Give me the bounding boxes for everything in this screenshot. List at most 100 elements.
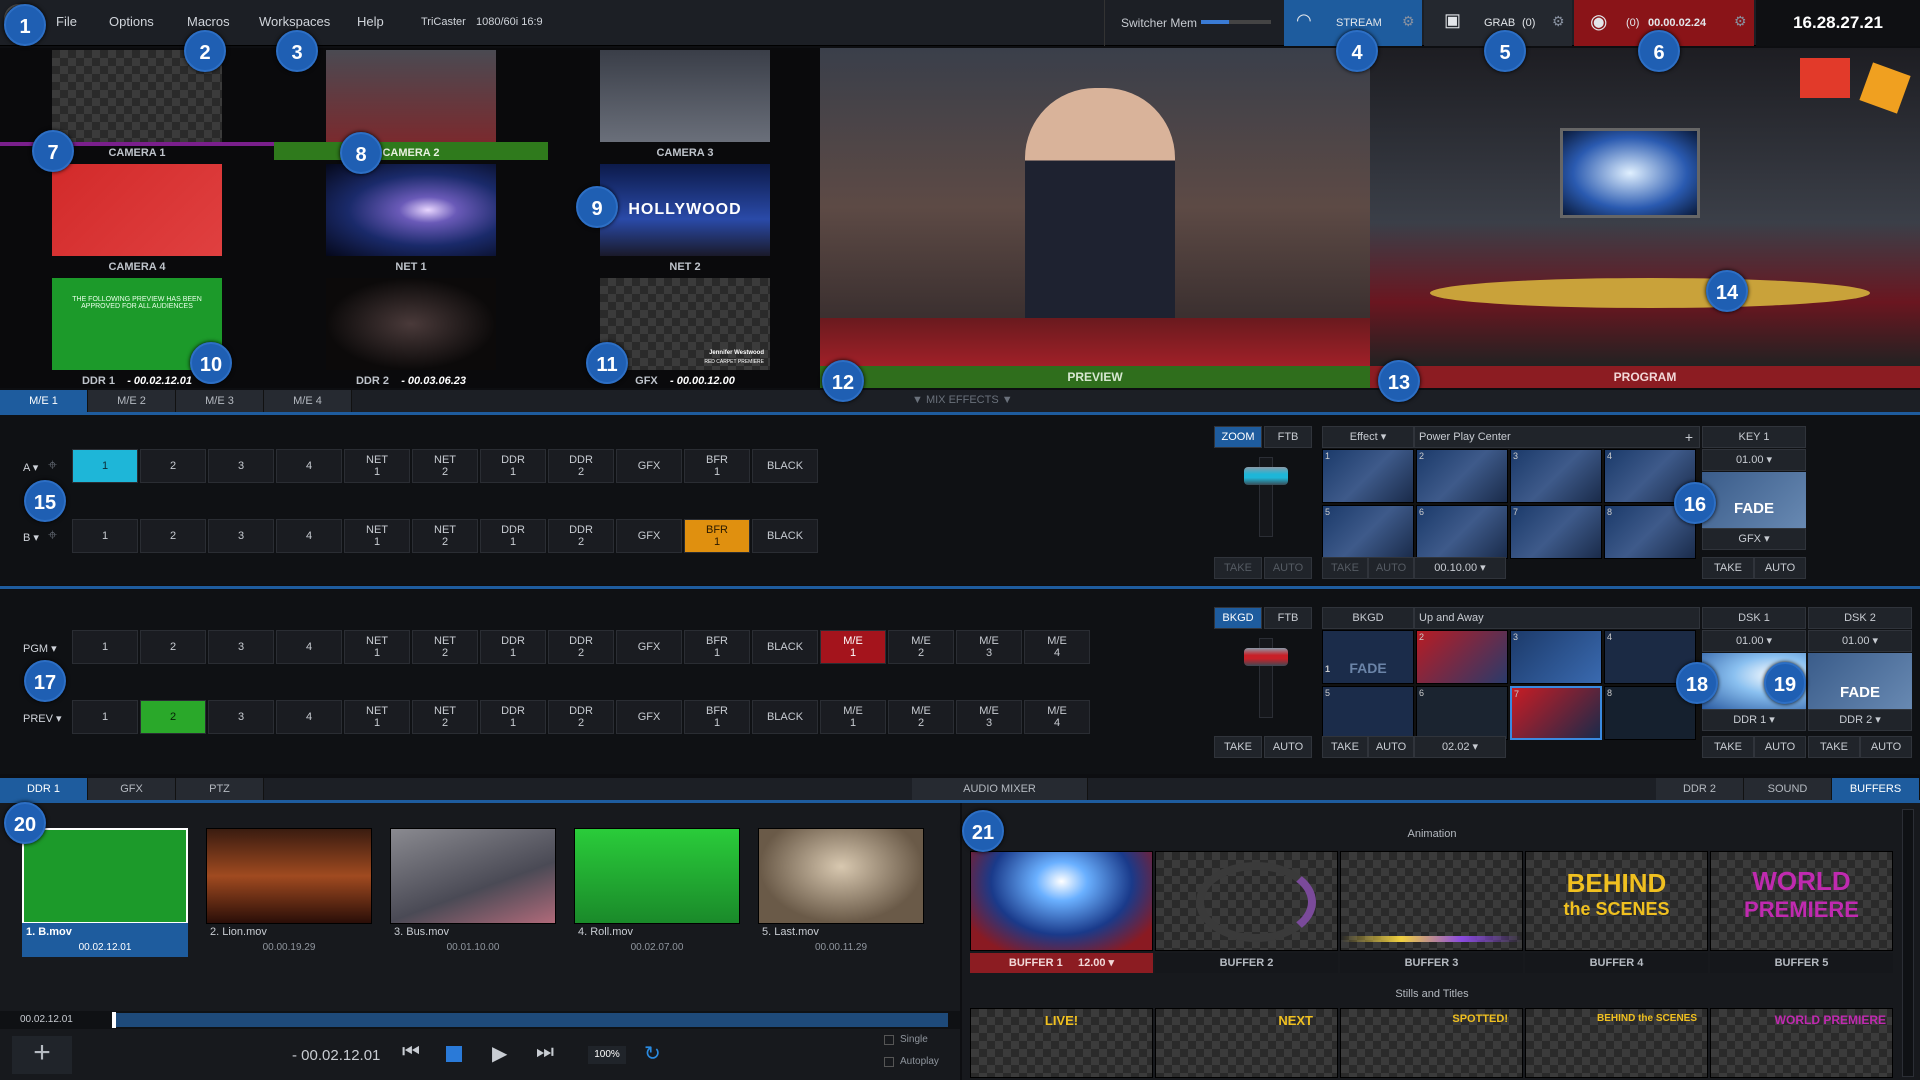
dsk1-auto[interactable]: AUTO	[1754, 736, 1806, 758]
transition-slot[interactable]: 1 FADE	[1322, 630, 1414, 684]
me-effect-take[interactable]: TAKE	[1322, 557, 1368, 579]
ddr-clip-thumb[interactable]	[22, 828, 188, 924]
me-row-a-label[interactable]: A ▾	[23, 461, 38, 474]
source-camera-4[interactable]: CAMERA 4	[0, 162, 274, 276]
key1-fade-thumb[interactable]: FADE	[1702, 472, 1806, 528]
stop-icon[interactable]	[446, 1046, 462, 1062]
ddr-playhead[interactable]	[112, 1012, 116, 1028]
me-row-b-label[interactable]: B ▾	[23, 531, 39, 544]
me-row-b-button-3[interactable]: 3	[208, 519, 274, 553]
pgm-row-button-12[interactable]: M/E 1	[820, 630, 886, 664]
me-row-b-position-icon[interactable]: ⌖	[48, 527, 57, 545]
pgm-row-label[interactable]: PGM ▾	[23, 642, 57, 655]
me-row-a-button-10[interactable]: BFR 1	[684, 449, 750, 483]
me-row-a-button-3[interactable]: 3	[208, 449, 274, 483]
program-monitor[interactable]	[1370, 48, 1920, 366]
me-row-a-button-9[interactable]: GFX	[616, 449, 682, 483]
ddr-clip-thumb[interactable]	[574, 828, 740, 924]
source-ddr-2[interactable]: DDR 2 - 00.03.06.23	[274, 276, 548, 390]
pgm-row-button-4[interactable]: 4	[276, 630, 342, 664]
single-checkbox[interactable]	[884, 1035, 894, 1045]
me-zoom-button[interactable]: ZOOM	[1214, 426, 1262, 448]
me-effect-slot[interactable]: 7	[1510, 505, 1602, 559]
ftb-button[interactable]: FTB	[1264, 607, 1312, 629]
bkgd-dropdown[interactable]: BKGD	[1322, 607, 1414, 629]
tab-sound[interactable]: SOUND	[1744, 778, 1832, 800]
buffer-thumb[interactable]	[1155, 851, 1338, 951]
prev-row-button-11[interactable]: BLACK	[752, 700, 818, 734]
dsk1-take[interactable]: TAKE	[1702, 736, 1754, 758]
me-row-a-button-4[interactable]: 4	[276, 449, 342, 483]
prev-row-button-6[interactable]: NET 2	[412, 700, 478, 734]
audio-mixer-button[interactable]: AUDIO MIXER	[912, 778, 1088, 800]
me-row-b-button-7[interactable]: DDR 1	[480, 519, 546, 553]
source-ddr-1[interactable]: THE FOLLOWING PREVIEW HAS BEEN APPROVED …	[0, 276, 274, 390]
me-row-a-button-5[interactable]: NET 1	[344, 449, 410, 483]
tab-me-3[interactable]: M/E 3	[176, 390, 264, 412]
me-effect-slot[interactable]: 3	[1510, 449, 1602, 503]
dsk2-rate[interactable]: 01.00 ▾	[1808, 630, 1912, 652]
key1-rate[interactable]: 01.00 ▾	[1702, 449, 1806, 471]
pgm-row-button-11[interactable]: BLACK	[752, 630, 818, 664]
dsk2-take[interactable]: TAKE	[1808, 736, 1860, 758]
still-thumb[interactable]: SPOTTED!	[1340, 1008, 1523, 1078]
me-row-b-button-10[interactable]: BFR 1	[684, 519, 750, 553]
stream-gear-icon[interactable]: ⚙	[1402, 13, 1415, 30]
prev-row-button-13[interactable]: M/E 2	[888, 700, 954, 734]
me-effect-slot[interactable]: 2	[1416, 449, 1508, 503]
autoplay-checkbox[interactable]	[884, 1057, 894, 1067]
source-camera-2[interactable]: CAMERA 2	[274, 48, 548, 162]
prev-row-button-14[interactable]: M/E 3	[956, 700, 1022, 734]
prev-row-button-8[interactable]: DDR 2	[548, 700, 614, 734]
pgm-row-button-2[interactable]: 2	[140, 630, 206, 664]
me-take-button[interactable]: TAKE	[1214, 557, 1262, 579]
pgm-row-button-3[interactable]: 3	[208, 630, 274, 664]
dsk2-source[interactable]: DDR 2 ▾	[1808, 709, 1912, 731]
tab-me-4[interactable]: M/E 4	[264, 390, 352, 412]
key1-source[interactable]: GFX ▾	[1702, 528, 1806, 550]
prev-row-label[interactable]: PREV ▾	[23, 712, 62, 725]
me-row-b-button-5[interactable]: NET 1	[344, 519, 410, 553]
grab-gear-icon[interactable]: ⚙	[1552, 13, 1565, 30]
transition-take[interactable]: TAKE	[1322, 736, 1368, 758]
buffer-thumb[interactable]: BEHIND the SCENES	[1525, 851, 1708, 951]
me-row-b-button-4[interactable]: 4	[276, 519, 342, 553]
pgm-row-button-1[interactable]: 1	[72, 630, 138, 664]
transition-slot[interactable]: 3	[1510, 630, 1602, 684]
prev-row-button-2[interactable]: 2	[140, 700, 206, 734]
add-clip-icon[interactable]: +	[12, 1036, 72, 1074]
tab-ddr-2[interactable]: DDR 2	[1656, 778, 1744, 800]
buffer-thumb[interactable]	[1340, 851, 1523, 951]
prev-row-button-5[interactable]: NET 1	[344, 700, 410, 734]
me-row-a-button-2[interactable]: 2	[140, 449, 206, 483]
prev-row-button-12[interactable]: M/E 1	[820, 700, 886, 734]
me-row-a-button-8[interactable]: DDR 2	[548, 449, 614, 483]
me-effect-slot[interactable]: 6	[1416, 505, 1508, 559]
prev-row-button-9[interactable]: GFX	[616, 700, 682, 734]
me-row-a-button-6[interactable]: NET 2	[412, 449, 478, 483]
me-effect-slot[interactable]: 5	[1322, 505, 1414, 559]
play-icon[interactable]: ▶	[492, 1041, 507, 1066]
buffer-thumb[interactable]	[970, 851, 1153, 951]
me-row-b-button-2[interactable]: 2	[140, 519, 206, 553]
skip-forward-icon[interactable]: ⏭	[536, 1041, 554, 1064]
menu-options[interactable]: Options	[109, 14, 154, 29]
tab-gfx[interactable]: GFX	[88, 778, 176, 800]
ddr-speed[interactable]: 100%	[588, 1046, 626, 1064]
preview-monitor[interactable]	[820, 48, 1370, 366]
menu-workspaces[interactable]: Workspaces	[259, 14, 330, 29]
key1-auto[interactable]: AUTO	[1754, 557, 1806, 579]
ddr-clip-thumb[interactable]	[758, 828, 924, 924]
me-row-b-button-8[interactable]: DDR 2	[548, 519, 614, 553]
still-thumb[interactable]: NEXT	[1155, 1008, 1338, 1078]
bkgd-button[interactable]: BKGD	[1214, 607, 1262, 629]
still-thumb[interactable]: BEHIND the SCENES	[1525, 1008, 1708, 1078]
me-ftb-button[interactable]: FTB	[1264, 426, 1312, 448]
transition-auto[interactable]: AUTO	[1368, 736, 1414, 758]
me-tbar-handle[interactable]	[1244, 467, 1288, 485]
menu-macros[interactable]: Macros	[187, 14, 230, 29]
me-row-b-button-11[interactable]: BLACK	[752, 519, 818, 553]
pgm-row-button-5[interactable]: NET 1	[344, 630, 410, 664]
pgm-row-button-14[interactable]: M/E 3	[956, 630, 1022, 664]
pgm-row-button-8[interactable]: DDR 2	[548, 630, 614, 664]
